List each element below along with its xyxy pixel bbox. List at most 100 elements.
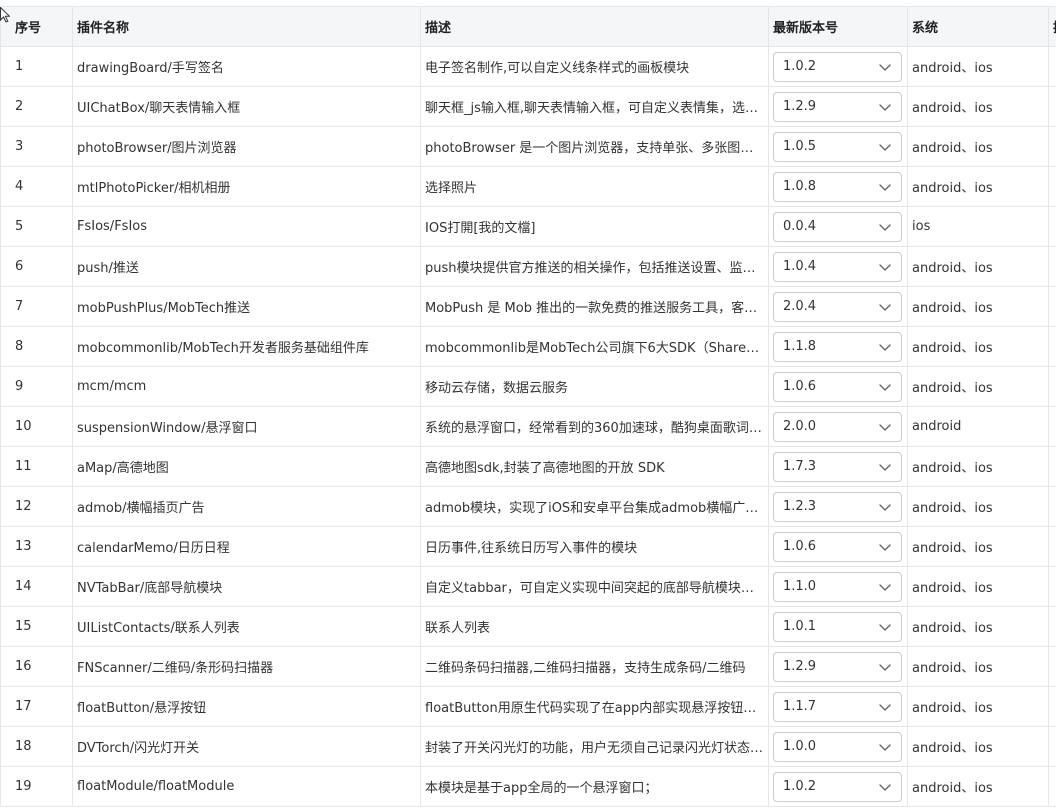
plugin-table: 序号 插件名称 描述 最新版本号 系统 操作 1drawingBoard/手写签… [0, 6, 1056, 807]
action-cell [1048, 366, 1056, 407]
version-select[interactable]: 1.2.9 [773, 91, 902, 122]
row-index: 19 [0, 766, 73, 807]
version-select[interactable]: 0.0.4 [773, 211, 902, 242]
version-select[interactable]: 1.0.6 [773, 531, 902, 562]
action-cell [1048, 646, 1056, 687]
version-cell: 1.0.6 [768, 366, 908, 407]
plugin-name: mtlPhotoPicker/相机相册 [72, 166, 421, 207]
version-select-value: 1.2.3 [783, 499, 817, 514]
chevron-down-icon [879, 223, 891, 231]
version-select[interactable]: 1.0.6 [773, 371, 902, 402]
version-select[interactable]: 2.0.0 [773, 411, 902, 442]
version-select-value: 1.1.8 [783, 339, 817, 354]
plugin-description: 选择照片 [420, 166, 769, 207]
table-header-row: 序号 插件名称 描述 最新版本号 系统 操作 [0, 6, 1056, 47]
version-select[interactable]: 1.0.8 [773, 171, 902, 202]
plugin-description: 移动云存储，数据云服务 [420, 366, 769, 407]
plugin-description: 系统的悬浮窗口，经常看到的360加速球，酷狗桌面歌词… [420, 406, 769, 447]
column-header-index: 序号 [0, 6, 73, 47]
version-cell: 1.0.1 [768, 606, 908, 647]
version-cell: 1.0.4 [768, 246, 908, 287]
version-select[interactable]: 2.0.4 [773, 291, 902, 322]
action-cell [1048, 526, 1056, 567]
version-cell: 1.1.0 [768, 566, 908, 607]
table-row: 13 calendarMemo/日历日程 日历事件,往系统日历写入事件的模块 1.0.… [0, 526, 1056, 567]
row-index: 5 [0, 206, 73, 247]
version-select[interactable]: 1.0.1 [773, 611, 902, 642]
chevron-down-icon [879, 623, 891, 631]
action-cell [1048, 766, 1056, 807]
plugin-description: MobPush 是 Mob 推出的一款免费的推送服务工具，客… [420, 286, 769, 327]
row-index: 14 [0, 566, 73, 607]
plugin-name: suspensionWindow/悬浮窗口 [72, 406, 421, 447]
version-select-value: 1.1.7 [783, 699, 817, 714]
plugin-name: NVTabBar/底部导航模块 [72, 566, 421, 607]
table-row: 6 push/推送 push模块提供官方推送的相关操作，包括推送设置、监… 1.0.4… [0, 246, 1056, 287]
plugin-system: android、ios [907, 566, 1049, 607]
row-index: 9 [0, 366, 73, 407]
plugin-description: 电子签名制作,可以自定义线条样式的画板模块 [420, 46, 769, 87]
version-select[interactable]: 1.1.8 [773, 331, 902, 362]
plugin-description: mobcommonlib是MobTech公司旗下6大SDK（ShareS… [420, 326, 769, 367]
table-row: 10 suspensionWindow/悬浮窗口 系统的悬浮窗口，经常看到的360加… [0, 406, 1056, 447]
version-select-value: 1.0.6 [783, 379, 817, 394]
chevron-down-icon [879, 423, 891, 431]
row-index: 13 [0, 526, 73, 567]
plugin-description: push模块提供官方推送的相关操作，包括推送设置、监… [420, 246, 769, 287]
action-cell [1048, 406, 1056, 447]
table-row: 7 mobPushPlus/MobTech推送 MobPush 是 Mob 推出的一… [0, 286, 1056, 327]
version-cell: 1.0.5 [768, 126, 908, 167]
action-cell [1048, 326, 1056, 367]
version-select-value: 2.0.0 [783, 419, 817, 434]
chevron-down-icon [879, 303, 891, 311]
action-cell [1048, 86, 1056, 127]
table-row: 9 mcm/mcm 移动云存储，数据云服务 1.0.6 android、ios [0, 366, 1056, 407]
version-select[interactable]: 1.1.0 [773, 571, 902, 602]
version-select-value: 1.0.1 [783, 619, 817, 634]
action-cell [1048, 286, 1056, 327]
action-cell [1048, 206, 1056, 247]
row-index: 8 [0, 326, 73, 367]
version-select[interactable]: 1.0.2 [773, 771, 902, 802]
plugin-description: photoBrowser 是一个图片浏览器，支持单张、多张图片… [420, 126, 769, 167]
version-cell: 1.0.2 [768, 46, 908, 87]
chevron-down-icon [879, 183, 891, 191]
table-row: 14 NVTabBar/底部导航模块 自定义tabbar，可自定义实现中间突起的底部… [0, 566, 1056, 607]
version-select[interactable]: 1.7.3 [773, 451, 902, 482]
plugin-system: android、ios [907, 766, 1049, 807]
version-select[interactable]: 1.2.3 [773, 491, 902, 522]
action-cell [1048, 606, 1056, 647]
plugin-description: 日历事件,往系统日历写入事件的模块 [420, 526, 769, 567]
chevron-down-icon [879, 63, 891, 71]
table-row: 3 photoBrowser/图片浏览器 photoBrowser 是一个图片浏览器… [0, 126, 1056, 167]
plugin-description: 本模块是基于app全局的一个悬浮窗口； [420, 766, 769, 807]
version-select[interactable]: 1.0.5 [773, 131, 902, 162]
plugin-system: android、ios [907, 606, 1049, 647]
version-select-value: 1.7.3 [783, 459, 817, 474]
version-cell: 1.2.9 [768, 86, 908, 127]
plugin-name: mcm/mcm [72, 366, 421, 407]
chevron-down-icon [879, 263, 891, 271]
version-select[interactable]: 1.0.4 [773, 251, 902, 282]
version-select-value: 1.0.6 [783, 539, 817, 554]
action-cell [1048, 686, 1056, 727]
plugin-system: android、ios [907, 726, 1049, 767]
row-index: 12 [0, 486, 73, 527]
version-cell: 0.0.4 [768, 206, 908, 247]
row-index: 2 [0, 86, 73, 127]
plugin-name: drawingBoard/手写签名 [72, 46, 421, 87]
version-cell: 1.0.0 [768, 726, 908, 767]
action-cell [1048, 726, 1056, 767]
row-index: 6 [0, 246, 73, 287]
table-row: 2 UIChatBox/聊天表情输入框 聊天框_js输入框,聊天表情输入框，可自定义… [0, 86, 1056, 127]
version-select[interactable]: 1.2.9 [773, 651, 902, 682]
version-select[interactable]: 1.0.0 [773, 731, 902, 762]
column-header-version: 最新版本号 [768, 6, 908, 47]
plugin-system: android、ios [907, 246, 1049, 287]
version-select-value: 1.2.9 [783, 99, 817, 114]
row-index: 1 [0, 46, 73, 87]
version-select[interactable]: 1.0.2 [773, 51, 902, 82]
version-select[interactable]: 1.1.7 [773, 691, 902, 722]
plugin-name: push/推送 [72, 246, 421, 287]
plugin-system: android、ios [907, 446, 1049, 487]
